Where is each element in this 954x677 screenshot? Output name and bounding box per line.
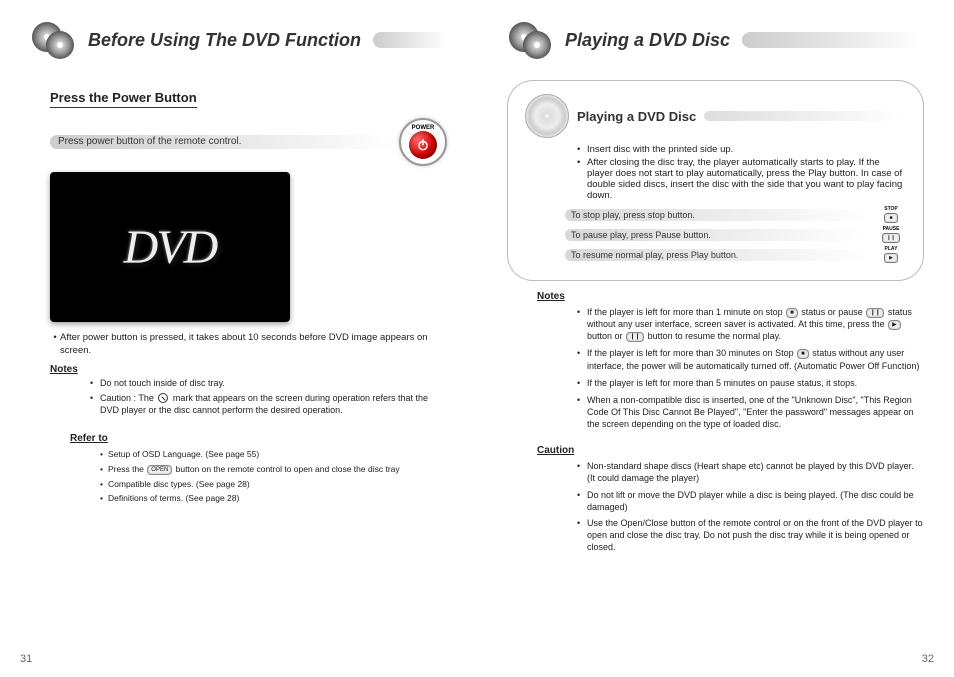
play-btn-label: PLAY	[885, 247, 898, 252]
refer-compat: Compatible disc types. (See page 28)	[108, 478, 447, 491]
dvd-splash-frame: DVD	[50, 172, 290, 322]
warn-tray: Use the Open/Close button of the remote …	[587, 517, 924, 553]
note-prohibit: Caution : The mark that appears on the s…	[100, 392, 447, 416]
press-line: Press power button of the remote control…	[50, 118, 447, 166]
right-title: Playing a DVD Disc	[565, 30, 730, 51]
power-button[interactable]: POWER	[399, 118, 447, 166]
control-rows: To stop play, press stop button. STOP■ T…	[565, 207, 906, 263]
note-splash: After power button is pressed, it takes …	[60, 332, 447, 358]
right-notes-label: Notes	[537, 291, 565, 302]
rnote-incompat: When a non-compatible disc is inserted, …	[587, 394, 924, 430]
playbox-fade	[704, 111, 906, 121]
box-point-1: Insert disc with the printed side up.	[587, 144, 906, 155]
stop-btn-label: STOP	[884, 207, 898, 212]
rnote-screensaver: If the player is left for more than 1 mi…	[587, 306, 924, 342]
dual-disc-icon	[30, 20, 80, 60]
play-icon: ▶	[888, 320, 901, 330]
warn-move: Do not lift or move the DVD player while…	[587, 489, 924, 513]
left-page-number: 31	[20, 653, 32, 665]
cd-icon	[525, 94, 569, 138]
prohibit-icon	[158, 393, 168, 403]
play-button[interactable]: ▶	[884, 253, 898, 263]
note-tray: Do not touch inside of disc tray.	[100, 377, 447, 389]
right-column: Playing a DVD Disc Playing a DVD Disc •I…	[477, 0, 954, 677]
power-icon	[409, 131, 437, 159]
left-subheading: Press the Power Button	[50, 90, 197, 108]
caution-label: Caution	[537, 445, 574, 456]
play-callout-box: Playing a DVD Disc •Insert disc with the…	[507, 80, 924, 281]
caution-list: •Non-standard shape discs (Heart shape e…	[577, 460, 924, 553]
pause-label: To pause play, press Pause button.	[565, 229, 870, 241]
pause-button[interactable]: ❙❙	[882, 233, 900, 243]
left-title: Before Using The DVD Function	[88, 30, 361, 51]
header-fade-bar	[373, 32, 447, 48]
press-text: Press power button of the remote control…	[50, 135, 395, 149]
right-header: Playing a DVD Disc	[507, 20, 924, 60]
pause-icon: ❙❙	[866, 308, 884, 318]
dvd-logo: DVD	[124, 220, 217, 275]
pause-icon: ❙❙	[626, 332, 644, 342]
stop-label: To stop play, press stop button.	[565, 209, 870, 221]
stop-button[interactable]: ■	[884, 213, 897, 223]
left-header: Before Using The DVD Function	[30, 20, 447, 60]
refer-osd: Setup of OSD Language. (See page 55)	[108, 448, 447, 461]
warn-shape: Non-standard shape discs (Heart shape et…	[587, 460, 924, 484]
refer-label: Refer to	[70, 433, 108, 444]
refer-open: Press the OPEN button on the remote cont…	[108, 463, 447, 476]
playbox-title: Playing a DVD Disc	[577, 109, 696, 124]
box-point-2: After closing the disc tray, the player …	[587, 157, 906, 201]
stop-icon: ■	[786, 308, 798, 318]
right-notes-block: Notes •If the player is left for more th…	[537, 291, 924, 430]
stop-icon: ■	[797, 349, 809, 359]
rnote-pause: If the player is left for more than 5 mi…	[587, 377, 924, 389]
left-main-note: •After power button is pressed, it takes…	[50, 332, 447, 358]
left-notes: •Do not touch inside of disc tray. •Caut…	[90, 377, 447, 416]
left-column: Before Using The DVD Function Press the …	[0, 0, 477, 677]
refer-terms: Definitions of terms. (See page 28)	[108, 492, 447, 505]
open-button-icon: OPEN	[147, 465, 172, 475]
stop-row: To stop play, press stop button. STOP■	[565, 207, 906, 223]
refer-list: •Setup of OSD Language. (See page 55) •P…	[100, 448, 447, 505]
play-row: To resume normal play, press Play button…	[565, 247, 906, 263]
rnote-autoff: If the player is left for more than 30 m…	[587, 347, 924, 371]
header-fade-bar	[742, 32, 924, 48]
right-page-number: 32	[922, 653, 934, 665]
pause-row: To pause play, press Pause button. PAUSE…	[565, 227, 906, 243]
notes-label: Notes	[50, 364, 78, 375]
pause-btn-label: PAUSE	[883, 227, 900, 232]
dual-disc-icon	[507, 20, 557, 60]
play-label: To resume normal play, press Play button…	[565, 249, 870, 261]
